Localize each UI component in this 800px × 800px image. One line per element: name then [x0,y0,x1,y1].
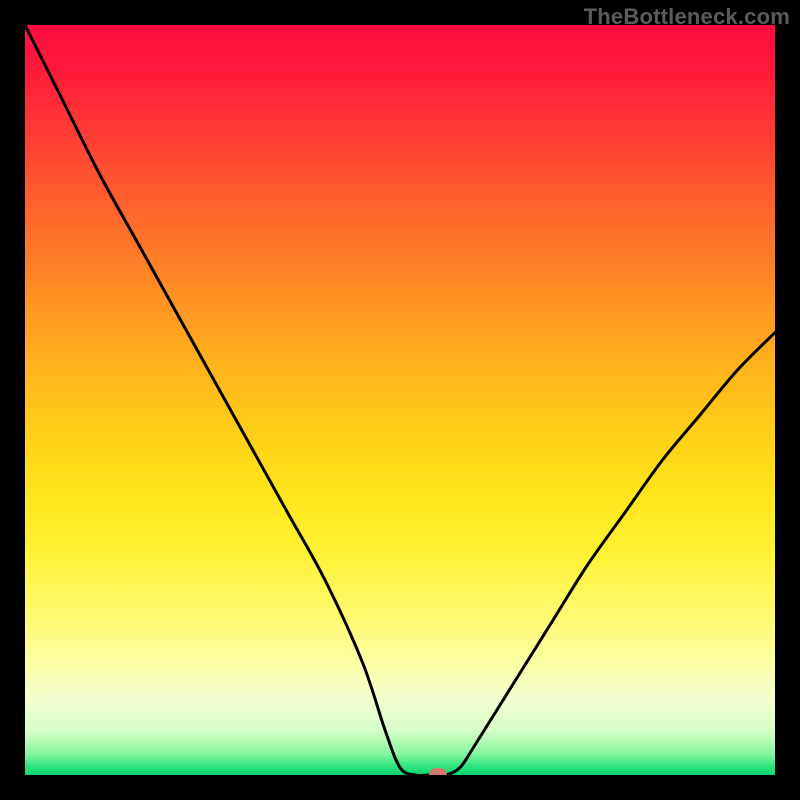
chart-container: TheBottleneck.com [0,0,800,800]
bottleneck-curve [25,25,775,775]
watermark-text: TheBottleneck.com [584,4,790,30]
plot-area [25,25,775,775]
optimal-point-marker [429,768,447,775]
